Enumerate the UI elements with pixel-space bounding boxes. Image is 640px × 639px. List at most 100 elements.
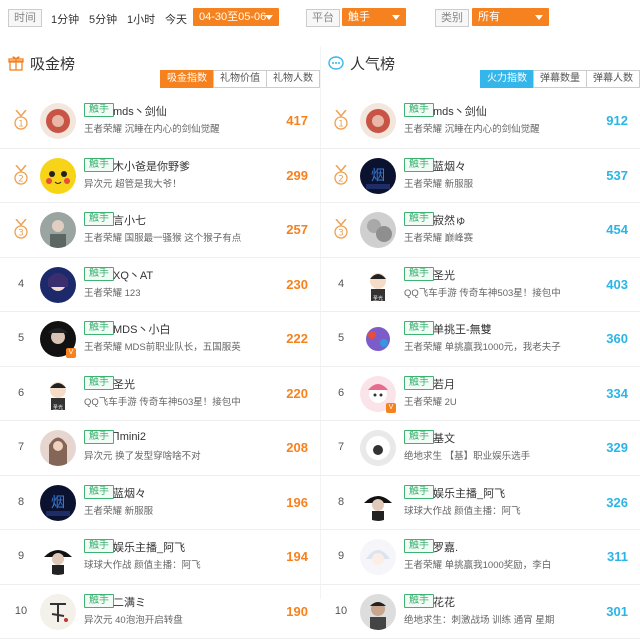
ranking-row[interactable]: 4触手XQ丶AT王者荣耀 123230 <box>0 258 320 313</box>
panel-title: 吸金榜 <box>30 53 75 74</box>
score-value: 220 <box>286 386 308 401</box>
ranking-row[interactable]: 3触手寂然ゅ王者荣耀 巅峰赛454 <box>320 203 640 258</box>
streamer-name[interactable]: 蓝烟々 <box>113 485 146 501</box>
ranking-row[interactable]: 6圣光触手圣光QQ飞车手游 传奇车神503星！接包中220 <box>0 367 320 422</box>
time-option-1hour[interactable]: 1小时 <box>127 11 155 27</box>
avatar[interactable]: 烟 <box>360 158 396 194</box>
avatar[interactable] <box>360 103 396 139</box>
score-value: 454 <box>606 222 628 237</box>
platform-tag: 触手 <box>404 158 434 172</box>
svg-text:1: 1 <box>338 120 344 130</box>
ranking-row[interactable]: 1触手mds丶剑仙王者荣耀 沉睡在内心的剑仙觉醒417 <box>0 94 320 149</box>
avatar[interactable] <box>40 430 76 466</box>
time-option-1min[interactable]: 1分钟 <box>51 11 79 27</box>
ranking-row[interactable]: 6V触手若月王者荣耀 2U334 <box>320 367 640 422</box>
ranking-row[interactable]: 9触手娱乐主播_阿飞球球大作战 颜值主播：阿飞194 <box>0 530 320 585</box>
avatar[interactable] <box>360 539 396 575</box>
streamer-name[interactable]: 木小爸是你野爹 <box>113 158 190 174</box>
category-value: 所有 <box>478 11 500 23</box>
time-option-5min[interactable]: 5分钟 <box>89 11 117 27</box>
avatar[interactable] <box>40 212 76 248</box>
avatar[interactable]: 圣光 <box>40 376 76 412</box>
gold-ranking-tabs: 吸金指数 礼物价值 礼物人数 <box>161 70 320 88</box>
score-value: 299 <box>286 168 308 183</box>
streamer-name[interactable]: 圣光 <box>113 376 135 392</box>
ranking-row[interactable]: 9触手罗嘉.王者荣耀 单挑赢我1000奖励，李白311 <box>320 530 640 585</box>
ranking-row[interactable]: 2触手木小爸是你野爹异次元 超管是我大爷！299 <box>0 149 320 204</box>
platform-select[interactable]: 触手 <box>342 8 406 26</box>
avatar[interactable] <box>360 485 396 521</box>
avatar[interactable] <box>360 212 396 248</box>
ranking-row[interactable]: 8触手娱乐主播_阿飞球球大作战 颜值主播：阿飞326 <box>320 476 640 531</box>
ranking-row[interactable]: 2烟触手蓝烟々王者荣耀 新服服537 <box>320 149 640 204</box>
streamer-name[interactable]: 基文 <box>433 430 455 446</box>
streamer-name[interactable]: 花花 <box>433 594 455 610</box>
category-select[interactable]: 所有 <box>472 8 549 26</box>
platform-tag: 触手 <box>404 267 434 281</box>
streamer-description: 王者荣耀 沉睡在内心的剑仙觉醒 <box>404 121 540 135</box>
streamer-name[interactable]: mds丶剑仙 <box>113 103 167 119</box>
streamer-name[interactable]: 圣光 <box>433 267 455 283</box>
tab-gift-count[interactable]: 礼物人数 <box>266 70 320 88</box>
streamer-name[interactable]: 娱乐主播_阿飞 <box>433 485 505 501</box>
popularity-ranking-title: 人气榜 <box>328 54 395 72</box>
streamer-description: 异次元 换了发型穿啥啥不对 <box>84 448 201 462</box>
streamer-description: 绝地求生：刺激战场 训练 通宵 星期 <box>404 612 554 626</box>
ranking-row[interactable]: 7触手基文绝地求生 【基】职业娱乐选手329 <box>320 421 640 476</box>
time-option-today[interactable]: 今天 <box>165 11 187 27</box>
streamer-name[interactable]: ᒣmini2 <box>113 430 146 443</box>
ranking-row[interactable]: 8烟触手蓝烟々王者荣耀 新服服196 <box>0 476 320 531</box>
streamer-name[interactable]: 寂然ゅ <box>433 212 466 228</box>
avatar[interactable]: 圣光 <box>360 267 396 303</box>
streamer-description: 王者荣耀 123 <box>84 285 141 299</box>
streamer-name[interactable]: 单挑王-無雙 <box>433 321 492 337</box>
streamer-name[interactable]: 若月 <box>433 376 455 392</box>
streamer-name[interactable]: 罗嘉. <box>433 539 458 555</box>
streamer-name[interactable]: mds丶剑仙 <box>433 103 487 119</box>
time-range-select[interactable]: 04-30至05-06 <box>193 8 279 26</box>
avatar[interactable] <box>40 539 76 575</box>
ranking-row[interactable]: 5触手单挑王-無雙王者荣耀 单挑赢我1000元，我老夫子360 <box>320 312 640 367</box>
tab-gold-index[interactable]: 吸金指数 <box>160 70 214 88</box>
tab-fire-index[interactable]: 火力指数 <box>480 70 534 88</box>
gift-icon <box>8 55 24 71</box>
time-filter-label: 时间 <box>8 9 42 27</box>
tab-danmaku-count[interactable]: 弹幕数量 <box>533 70 587 88</box>
ranking-row[interactable]: 5V触手MDS丶小白王者荣耀 MDS前职业队长，五国服英222 <box>0 312 320 367</box>
score-value: 311 <box>607 549 628 564</box>
ranking-row[interactable]: 10触手花花绝地求生：刺激战场 训练 通宵 星期301 <box>320 585 640 639</box>
streamer-name[interactable]: 娱乐主播_阿飞 <box>113 539 185 555</box>
ranking-row[interactable]: 10触手二满ミ异次元 40泡泡开启转盘190 <box>0 585 320 639</box>
ranking-row[interactable]: 1触手mds丶剑仙王者荣耀 沉睡在内心的剑仙觉醒912 <box>320 94 640 149</box>
rank-medal-icon: 3 <box>333 219 349 241</box>
platform-tag: 触手 <box>404 103 434 117</box>
ranking-row[interactable]: 4圣光触手圣光QQ飞车手游 传奇车神503星！接包中403 <box>320 258 640 313</box>
platform-tag: 触手 <box>404 485 434 499</box>
streamer-name[interactable]: 蓝烟々 <box>433 158 466 174</box>
streamer-name[interactable]: 二满ミ <box>113 594 146 610</box>
avatar[interactable] <box>40 158 76 194</box>
platform-tag: 触手 <box>84 594 114 608</box>
avatar[interactable]: 烟 <box>40 485 76 521</box>
streamer-name[interactable]: 言小七 <box>113 212 146 228</box>
svg-text:圣光: 圣光 <box>373 295 383 302</box>
streamer-description: 异次元 40泡泡开启转盘 <box>84 612 183 626</box>
streamer-name[interactable]: MDS丶小白 <box>113 321 170 337</box>
tab-danmaku-users[interactable]: 弹幕人数 <box>586 70 640 88</box>
avatar[interactable] <box>360 430 396 466</box>
avatar[interactable] <box>40 103 76 139</box>
score-value: 301 <box>606 604 628 619</box>
rank-number: 5 <box>332 332 350 344</box>
svg-text:3: 3 <box>18 229 24 239</box>
avatar[interactable] <box>360 321 396 357</box>
verified-badge-icon: V <box>66 348 76 358</box>
ranking-row[interactable]: 3触手言小七王者荣耀 国服最一骚猴 这个猴子有点257 <box>0 203 320 258</box>
svg-text:烟: 烟 <box>51 495 65 511</box>
avatar[interactable] <box>40 267 76 303</box>
ranking-row[interactable]: 7触手ᒣmini2异次元 换了发型穿啥啥不对208 <box>0 421 320 476</box>
tab-gift-value[interactable]: 礼物价值 <box>213 70 267 88</box>
score-value: 194 <box>286 549 308 564</box>
platform-filter-label: 平台 <box>306 9 340 27</box>
streamer-name[interactable]: XQ丶AT <box>113 267 153 283</box>
platform-tag: 触手 <box>84 430 114 444</box>
